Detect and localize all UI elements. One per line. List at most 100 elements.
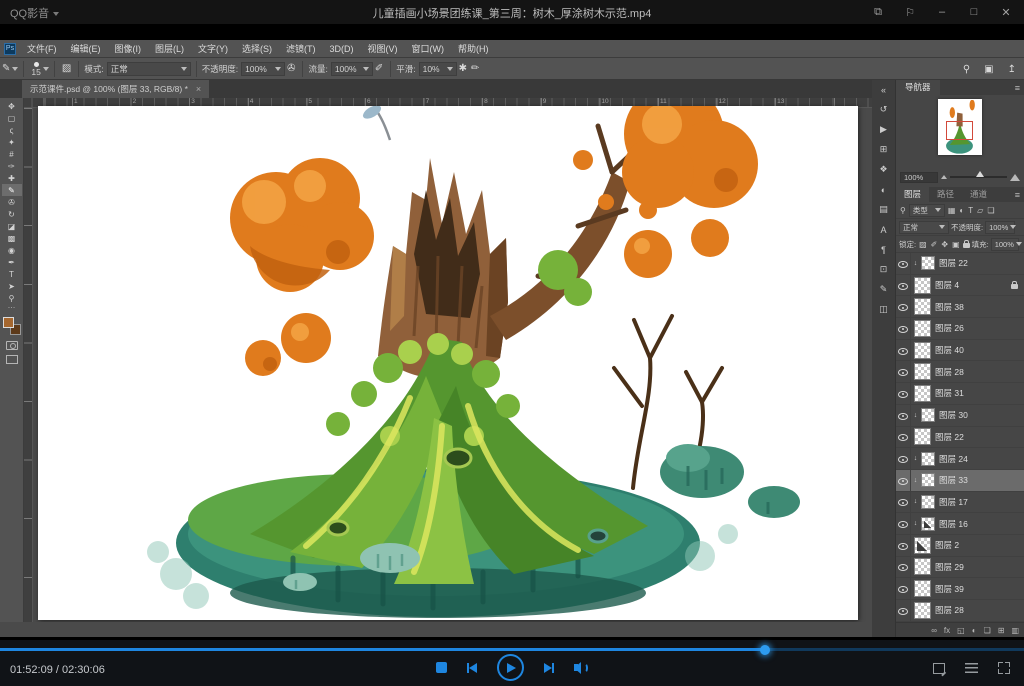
- airbrush-icon[interactable]: ✐: [373, 63, 385, 74]
- previous-button[interactable]: [467, 663, 477, 673]
- layer-thumbnail[interactable]: [921, 495, 935, 509]
- close-button[interactable]: ✕: [994, 2, 1018, 22]
- share-icon[interactable]: ↥: [1006, 64, 1018, 75]
- eyedropper-tool[interactable]: ✑: [2, 160, 22, 172]
- layer-visibility-toggle[interactable]: [896, 361, 911, 382]
- layer-visibility-toggle[interactable]: [896, 383, 911, 404]
- adjustments-panel-icon[interactable]: ◐: [875, 183, 893, 196]
- layer-visibility-toggle[interactable]: [896, 427, 911, 448]
- quick-mask-icon[interactable]: [6, 341, 18, 350]
- blur-tool[interactable]: ◉: [2, 244, 22, 256]
- filter-pixel-icon[interactable]: ▦: [947, 206, 957, 215]
- tab-layers[interactable]: 图层: [896, 187, 929, 202]
- layer-thumbnail[interactable]: [914, 298, 931, 315]
- zoom-in-icon[interactable]: [1010, 174, 1020, 181]
- layer-thumbnail[interactable]: [914, 320, 931, 337]
- layer-thumbnail[interactable]: [914, 580, 931, 597]
- layer-row[interactable]: ↓ 图层 22: [896, 253, 1024, 275]
- healing-brush-tool[interactable]: ✚: [2, 172, 22, 184]
- next-button[interactable]: [544, 663, 554, 673]
- layer-thumbnail[interactable]: [914, 558, 931, 575]
- menu-item[interactable]: 视图(V): [361, 40, 405, 58]
- layer-thumbnail[interactable]: [914, 428, 931, 445]
- layer-visibility-toggle[interactable]: [896, 296, 911, 317]
- adjustment-layer-icon[interactable]: ◐: [972, 626, 977, 635]
- foreground-color-swatch[interactable]: [3, 317, 14, 328]
- crop-tool[interactable]: #: [2, 148, 22, 160]
- delete-layer-icon[interactable]: ▥: [1011, 626, 1019, 635]
- layer-thumbnail[interactable]: [914, 385, 931, 402]
- layer-effects-icon[interactable]: fx: [944, 626, 950, 635]
- menu-item[interactable]: 图像(I): [108, 40, 149, 58]
- clone-source-panel-icon[interactable]: ⊡: [875, 263, 893, 276]
- brush-tool[interactable]: ✎: [2, 184, 22, 196]
- layer-filter-select[interactable]: 类型: [909, 204, 945, 217]
- smoothing-gear-icon[interactable]: ✱: [457, 63, 469, 74]
- layer-row[interactable]: ↓ 图层 16: [896, 513, 1024, 535]
- clone-stamp-tool[interactable]: ✇: [2, 196, 22, 208]
- menu-item[interactable]: 3D(D): [323, 40, 361, 58]
- volume-button[interactable]: [574, 662, 588, 674]
- layer-visibility-toggle[interactable]: [896, 557, 911, 578]
- libraries-panel-icon[interactable]: ▤: [875, 203, 893, 216]
- layer-opacity-select[interactable]: 100%: [985, 221, 1015, 234]
- layer-row[interactable]: ↓ 图层 2: [896, 535, 1024, 557]
- layer-fill-select[interactable]: 100%: [991, 238, 1019, 251]
- smoothing-select[interactable]: 10%: [419, 62, 457, 76]
- layer-visibility-toggle[interactable]: [896, 405, 911, 426]
- navigator-proxy-rect[interactable]: [946, 121, 973, 140]
- gradient-tool[interactable]: ▩: [2, 232, 22, 244]
- layer-row[interactable]: ↓ 图层 28: [896, 361, 1024, 383]
- layer-visibility-toggle[interactable]: [896, 275, 911, 296]
- layer-row[interactable]: ↓ 图层 22: [896, 427, 1024, 449]
- brush-preset-picker[interactable]: 15: [29, 62, 42, 75]
- layer-visibility-toggle[interactable]: [896, 448, 911, 469]
- eraser-tool[interactable]: ◪: [2, 220, 22, 232]
- type-tool[interactable]: T: [2, 268, 22, 280]
- character-panel-icon[interactable]: A: [875, 223, 893, 236]
- marquee-tool[interactable]: ▢: [2, 112, 22, 124]
- layer-row[interactable]: ↓ 图层 17: [896, 492, 1024, 514]
- menu-item[interactable]: 图层(L): [148, 40, 191, 58]
- minimize-button[interactable]: –: [930, 2, 954, 22]
- layer-row[interactable]: ↓ 图层 26: [896, 318, 1024, 340]
- path-selection-tool[interactable]: ➤: [2, 280, 22, 292]
- layer-row[interactable]: ↓ 图层 29: [896, 557, 1024, 579]
- pressure-opacity-icon[interactable]: ✇: [285, 63, 297, 74]
- screen-mode-icon[interactable]: [6, 355, 18, 364]
- menu-item[interactable]: 文字(Y): [191, 40, 235, 58]
- layer-thumbnail[interactable]: [914, 602, 931, 619]
- layer-row[interactable]: ↓ 图层 4: [896, 275, 1024, 297]
- filter-type-icon[interactable]: T: [967, 206, 974, 215]
- tab-navigator[interactable]: 导航器: [896, 80, 940, 95]
- menu-item[interactable]: 选择(S): [235, 40, 279, 58]
- layer-thumbnail[interactable]: [914, 363, 931, 380]
- lasso-tool[interactable]: ς: [2, 124, 22, 136]
- link-layers-icon[interactable]: ∞: [931, 626, 937, 635]
- menu-item[interactable]: 编辑(E): [64, 40, 108, 58]
- filter-shape-icon[interactable]: ▱: [976, 206, 984, 215]
- layer-thumbnail[interactable]: [921, 473, 935, 487]
- snapshot-icon[interactable]: [933, 663, 945, 674]
- layer-thumbnail[interactable]: [921, 408, 935, 422]
- layer-thumbnail[interactable]: [921, 452, 935, 466]
- menu-item[interactable]: 文件(F): [20, 40, 64, 58]
- navigator-zoom-slider[interactable]: [950, 176, 1007, 178]
- layer-visibility-toggle[interactable]: [896, 513, 911, 534]
- pressure-size-icon[interactable]: ✏: [469, 63, 481, 74]
- play-button[interactable]: [497, 654, 524, 681]
- layer-group-icon[interactable]: ❏: [984, 626, 991, 635]
- layer-visibility-toggle[interactable]: [896, 318, 911, 339]
- workspace-icon[interactable]: ▣: [982, 64, 995, 75]
- progress-bar[interactable]: [0, 648, 1024, 651]
- search-icon[interactable]: ⚲: [961, 64, 972, 75]
- tab-paths[interactable]: 路径: [929, 187, 962, 202]
- lock-position-icon[interactable]: ✥: [940, 240, 949, 249]
- layer-row[interactable]: ↓ 图层 24: [896, 448, 1024, 470]
- layer-visibility-toggle[interactable]: [896, 340, 911, 361]
- filter-smart-object-icon[interactable]: ❏: [986, 206, 995, 215]
- layer-thumbnail[interactable]: [921, 517, 935, 531]
- actions-panel-icon[interactable]: ▶: [875, 123, 893, 136]
- timeline-panel-icon[interactable]: ◫: [875, 303, 893, 316]
- layer-visibility-toggle[interactable]: [896, 470, 911, 491]
